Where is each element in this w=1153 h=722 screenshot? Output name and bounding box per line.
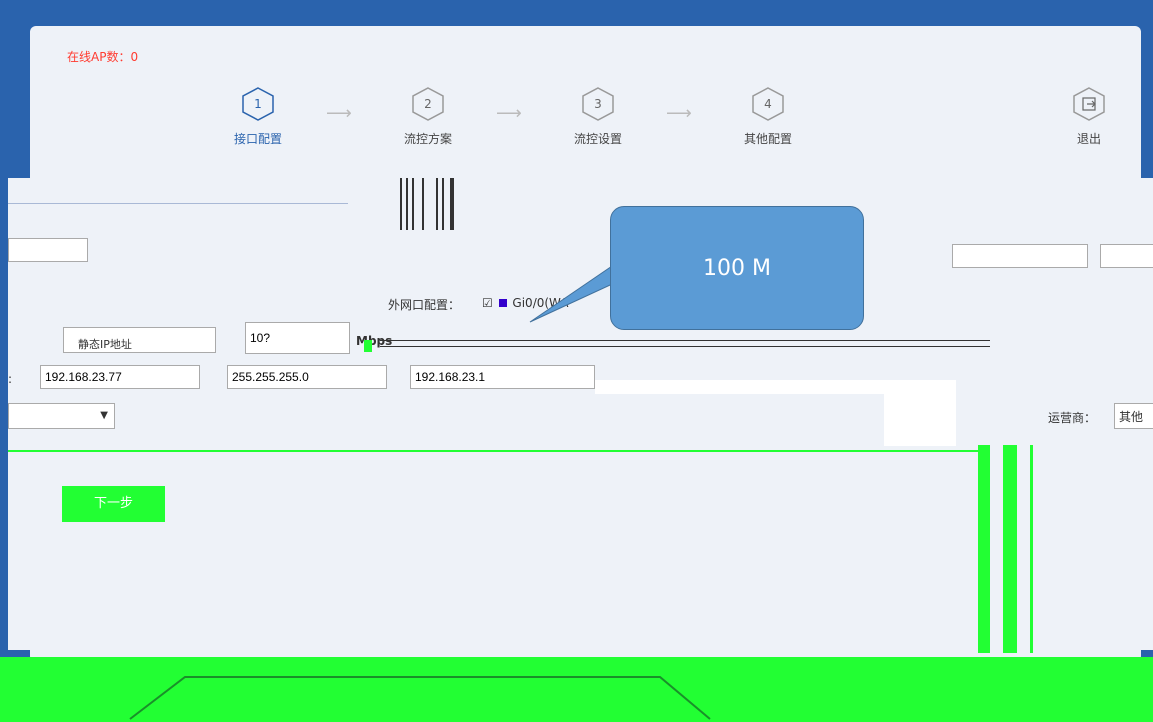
logout-label: 退出: [1076, 132, 1101, 146]
wan-mode-select[interactable]: 静态IP地址: [63, 327, 216, 353]
step-label: 其他配置: [743, 132, 792, 146]
render-artifact: [8, 238, 88, 262]
logout-button[interactable]: 退出: [1067, 86, 1111, 147]
logout-icon: [1071, 86, 1107, 122]
operator-label: 运营商：: [1048, 411, 1097, 425]
step-label: 接口配置: [233, 132, 282, 146]
online-ap-count: 在线AP数：0: [67, 50, 139, 64]
subnet-mask-input[interactable]: [227, 365, 387, 389]
wan-port-checkbox[interactable]: ☑ Gi0/0(WA: [482, 296, 568, 310]
step-3-icon: 3: [580, 86, 616, 122]
step-flow-settings[interactable]: 3 流控设置: [553, 86, 643, 147]
checkbox-icon: ☑: [482, 296, 493, 310]
port-color-marker: [498, 299, 507, 307]
callout-bubble: 100 M: [610, 206, 864, 330]
step-flow-plan[interactable]: 2 流控方案: [383, 86, 473, 147]
arrow-right-icon: ⟶: [326, 103, 352, 124]
isp-dropdown[interactable]: ▼: [8, 403, 115, 429]
arrow-right-icon: ⟶: [496, 103, 522, 124]
step-label: 流控方案: [403, 132, 452, 146]
render-artifact: [380, 340, 990, 341]
render-artifact: [978, 445, 990, 653]
render-artifact: [1003, 445, 1017, 653]
render-artifact: [8, 450, 978, 452]
render-artifact: [1030, 445, 1033, 653]
operator-select[interactable]: 其他: [1114, 403, 1153, 429]
step-other-config[interactable]: 4 其他配置: [723, 86, 813, 147]
step-4-icon: 4: [750, 86, 786, 122]
wan-config-label: 外网口配置：: [388, 298, 461, 312]
render-artifact: [364, 340, 372, 352]
divider: [8, 203, 348, 204]
bandwidth-input[interactable]: [245, 322, 350, 354]
ip-address-input[interactable]: [40, 365, 200, 389]
footer-artifact: [129, 676, 711, 720]
step-1-icon: 1: [240, 86, 276, 122]
arrow-right-icon: ⟶: [666, 103, 692, 124]
step-interface-config[interactable]: 1 接口配置: [213, 86, 303, 147]
next-button[interactable]: 下一步: [62, 486, 165, 522]
render-artifact: [595, 380, 955, 394]
gateway-input[interactable]: [410, 365, 595, 389]
step-label: 流控设置: [573, 132, 622, 146]
ip-prefix: :: [8, 372, 13, 386]
render-artifact: [380, 346, 990, 347]
step-2-icon: 2: [410, 86, 446, 122]
render-artifact: [952, 244, 1088, 268]
render-artifact: [1100, 244, 1153, 268]
